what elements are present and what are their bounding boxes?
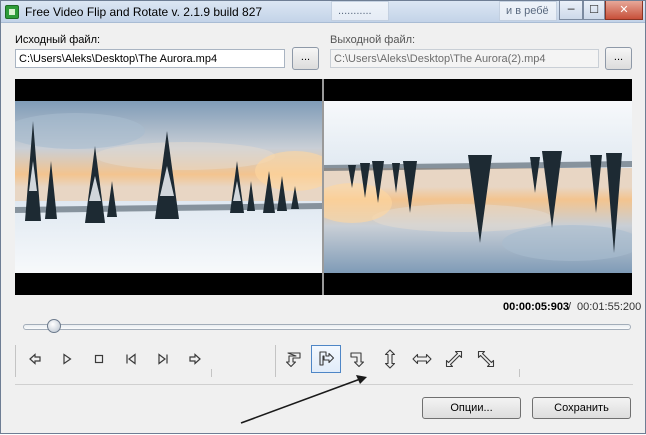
rotate-right-icon bbox=[319, 351, 335, 366]
rotate-left-button[interactable] bbox=[279, 345, 309, 373]
flip-horizontal-button[interactable] bbox=[407, 345, 437, 373]
maximize-button[interactable]: ☐ bbox=[583, 1, 605, 20]
step-back-button[interactable] bbox=[20, 345, 50, 373]
transverse-button[interactable] bbox=[471, 345, 501, 373]
save-button[interactable]: Сохранить bbox=[532, 397, 631, 419]
toolbar-separator bbox=[15, 345, 16, 377]
minimize-button[interactable]: ─ bbox=[559, 1, 583, 20]
transpose-icon bbox=[445, 350, 463, 368]
close-button[interactable]: ✕ bbox=[605, 1, 643, 20]
step-back-icon bbox=[29, 353, 41, 365]
app-window: Free Video Flip and Rotate v. 2.1.9 buil… bbox=[0, 0, 646, 434]
output-file-label: Выходной файл: bbox=[330, 34, 416, 46]
toolbar-separator bbox=[519, 369, 520, 377]
flip-vertical-icon bbox=[384, 349, 396, 369]
rotate-right-button[interactable] bbox=[311, 345, 341, 373]
rotate-180-button[interactable] bbox=[343, 345, 373, 373]
rotate-180-icon bbox=[350, 352, 365, 368]
options-button[interactable]: Опции... bbox=[422, 397, 521, 419]
prev-frame-button[interactable] bbox=[116, 345, 146, 373]
video-preview bbox=[15, 79, 632, 295]
next-frame-icon bbox=[158, 353, 168, 365]
toolbar-separator bbox=[275, 345, 276, 377]
prev-frame-icon bbox=[126, 353, 136, 365]
input-file-field[interactable]: C:\Users\Aleks\Desktop\The Aurora.mp4 bbox=[15, 49, 285, 68]
window-title: Free Video Flip and Rotate v. 2.1.9 buil… bbox=[25, 5, 263, 19]
background-window-hint: и в ребё bbox=[499, 1, 557, 21]
title-bar[interactable]: Free Video Flip and Rotate v. 2.1.9 buil… bbox=[1, 1, 645, 23]
transpose-button[interactable] bbox=[439, 345, 469, 373]
flip-vertical-button[interactable] bbox=[375, 345, 405, 373]
stop-icon bbox=[94, 354, 104, 364]
input-file-label: Исходный файл: bbox=[15, 34, 101, 46]
step-forward-button[interactable] bbox=[180, 345, 210, 373]
flipped-frame bbox=[324, 101, 632, 273]
step-forward-icon bbox=[189, 353, 201, 365]
seek-slider-thumb[interactable] bbox=[47, 319, 61, 333]
time-separator: / bbox=[568, 301, 572, 313]
stop-button[interactable] bbox=[84, 345, 114, 373]
current-time: 00:00:05:903 bbox=[503, 301, 570, 313]
result-preview bbox=[324, 79, 632, 295]
app-logo-icon bbox=[5, 5, 19, 19]
original-preview bbox=[15, 79, 322, 295]
footer-divider bbox=[15, 384, 633, 385]
background-window-hint: ........... bbox=[331, 1, 389, 21]
flip-horizontal-icon bbox=[412, 353, 432, 365]
toolbar-separator bbox=[211, 369, 212, 377]
rotate-left-icon bbox=[285, 352, 301, 368]
input-browse-button[interactable]: ... bbox=[292, 47, 319, 70]
play-icon bbox=[63, 353, 72, 365]
original-frame bbox=[15, 101, 322, 273]
seek-slider-track[interactable] bbox=[23, 324, 631, 330]
output-browse-button[interactable]: ... bbox=[605, 47, 632, 70]
next-frame-button[interactable] bbox=[148, 345, 178, 373]
output-file-field[interactable]: C:\Users\Aleks\Desktop\The Aurora(2).mp4 bbox=[330, 49, 599, 68]
transverse-icon bbox=[477, 350, 495, 368]
play-button[interactable] bbox=[52, 345, 82, 373]
total-time: 00:01:55:200 bbox=[577, 301, 642, 313]
